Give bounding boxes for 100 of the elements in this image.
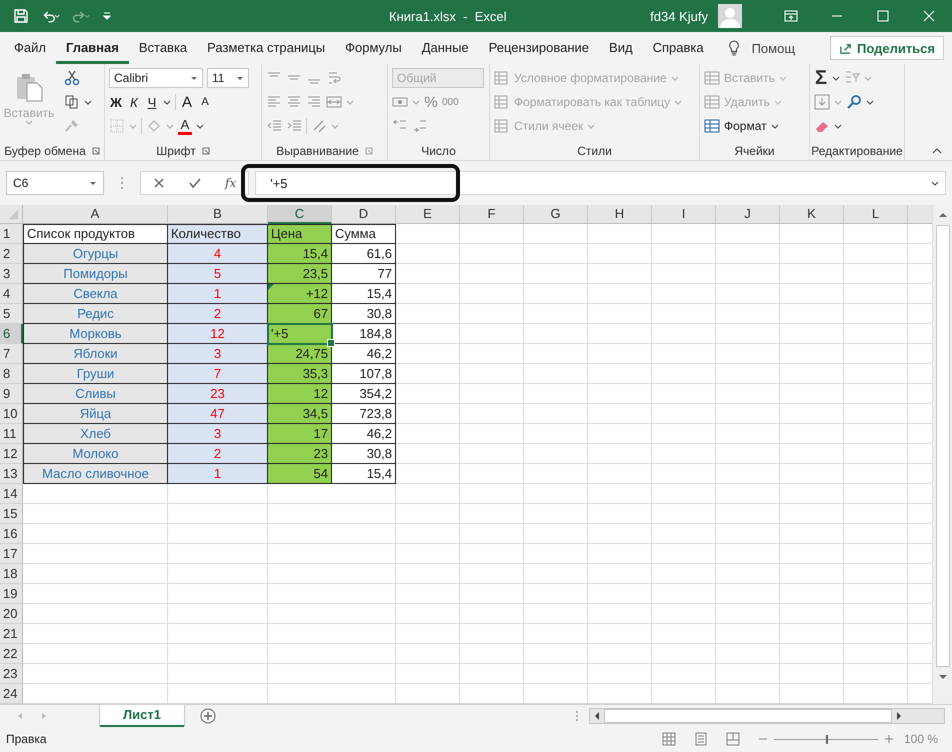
column-header[interactable]: F [460,205,524,224]
menu-tab[interactable]: Вставка [128,32,198,64]
table-cell[interactable]: 723,8 [332,404,396,424]
row-header[interactable]: 13 [0,464,23,484]
table-cell[interactable]: 77 [332,264,396,284]
row-header[interactable]: 17 [0,544,23,564]
cancel-icon[interactable] [153,177,165,189]
table-cell[interactable]: 34,5 [268,404,332,424]
table-cell[interactable]: 184,8 [332,324,396,344]
row-header[interactable]: 8 [0,364,23,384]
table-cell[interactable]: Груши [23,364,168,384]
table-cell[interactable]: Масло сливочное [23,464,168,484]
copy-icon[interactable] [64,94,80,110]
underline-button[interactable]: Ч [145,94,159,110]
autosum-button[interactable]: Σ [814,66,828,90]
close-icon[interactable] [922,9,936,23]
row-header[interactable]: 9 [0,384,23,404]
column-header[interactable]: C [268,205,332,224]
row-header[interactable]: 7 [0,344,23,364]
column-header[interactable]: G [524,205,588,224]
cells-icon[interactable] [704,94,720,110]
dialog-launcher-icon[interactable] [92,147,100,155]
next-sheet-icon[interactable] [40,712,48,720]
add-sheet-icon[interactable] [200,708,216,724]
table-cell[interactable]: 15,4 [332,464,396,484]
font-family-dropdown[interactable]: Calibri [109,68,203,88]
maximize-icon[interactable] [876,9,890,23]
table-cell[interactable]: Огурцы [23,244,168,264]
bold-button[interactable]: Ж [109,94,123,110]
shrink-font-button[interactable]: A [198,96,212,108]
previous-sheet-icon[interactable] [16,712,24,720]
scissors-icon[interactable] [64,70,80,86]
column-header[interactable]: I [652,205,716,224]
row-header[interactable]: 3 [0,264,23,284]
row-header[interactable]: 22 [0,644,23,664]
select-all-icon[interactable] [0,205,23,224]
customize-icon[interactable] [102,11,112,21]
table-cell[interactable]: 30,8 [332,304,396,324]
menu-tab[interactable]: Справка [642,32,714,64]
error-indicator-icon[interactable] [268,284,274,290]
dialog-launcher-icon[interactable] [364,147,373,155]
row-header[interactable]: 1 [0,224,23,244]
row-header[interactable]: 16 [0,524,23,544]
caret-icon[interactable] [866,100,874,104]
scroll-thumb[interactable] [936,225,950,667]
table-cell[interactable]: 54 [268,464,332,484]
caret-icon[interactable] [84,100,92,104]
caret-icon[interactable] [196,124,204,128]
caret-icon[interactable] [163,100,171,104]
row-header[interactable]: 24 [0,684,23,704]
row-header[interactable]: 18 [0,564,23,584]
split-handle-icon[interactable] [575,708,579,724]
save-icon[interactable] [12,8,30,24]
ribbon-display-icon[interactable] [784,9,798,23]
table-cell[interactable]: Помидоры [23,264,168,284]
decrease-decimal-icon[interactable] [412,118,428,134]
table-cell[interactable]: +12 [268,284,332,304]
table-cell[interactable]: 67 [268,304,332,324]
table-style-icon[interactable] [494,70,510,86]
column-header[interactable]: L [844,205,908,224]
search-icon[interactable] [846,94,862,110]
expand-icon[interactable] [931,180,939,186]
scroll-down-icon[interactable] [938,673,948,681]
table-cell[interactable]: 46,2 [332,424,396,444]
table-cell[interactable]: 23,5 [268,264,332,284]
row-header[interactable]: 20 [0,604,23,624]
table-cell[interactable]: 17 [268,424,332,444]
collapse-ribbon-icon[interactable] [932,148,942,154]
tell-me-field[interactable]: Помощ [752,40,796,56]
table-cell[interactable]: 24,75 [268,344,332,364]
column-header[interactable]: E [396,205,460,224]
menu-tab[interactable]: Вид [599,32,643,64]
scroll-right-icon[interactable] [895,711,903,721]
lightbulb-icon[interactable] [728,40,740,56]
row-header[interactable]: 11 [0,424,23,444]
column-header[interactable]: B [168,205,268,224]
table-cell[interactable]: Цена [268,224,332,244]
paste-icon[interactable] [14,72,44,102]
table-cell[interactable]: Свекла [23,284,168,304]
table-cell[interactable]: Молоко [23,444,168,464]
italic-button[interactable]: К [127,94,141,110]
wrap-text-icon[interactable] [326,70,342,86]
table-cell[interactable]: 15,4 [332,284,396,304]
page-layout-icon[interactable] [694,732,708,746]
table-cell[interactable]: Яйца [23,404,168,424]
scroll-left-icon[interactable] [593,711,601,721]
row-header[interactable]: 4 [0,284,23,304]
table-cell[interactable]: Сливы [23,384,168,404]
cells-icon[interactable] [704,118,720,134]
sheet-tab[interactable]: Лист1 [100,705,184,727]
table-cell[interactable]: 46,2 [332,344,396,364]
column-header[interactable]: D [332,205,396,224]
caret-icon[interactable] [770,124,779,128]
menu-tab[interactable]: Рецензирование [478,32,600,64]
formula-input[interactable]: '+5 [255,171,946,195]
fill-bucket-icon[interactable] [146,118,162,134]
font-color-button[interactable]: A [178,118,192,134]
format-painter-icon[interactable] [64,118,80,134]
table-cell[interactable]: Яблоки [23,344,168,364]
avatar-icon[interactable] [718,4,742,28]
